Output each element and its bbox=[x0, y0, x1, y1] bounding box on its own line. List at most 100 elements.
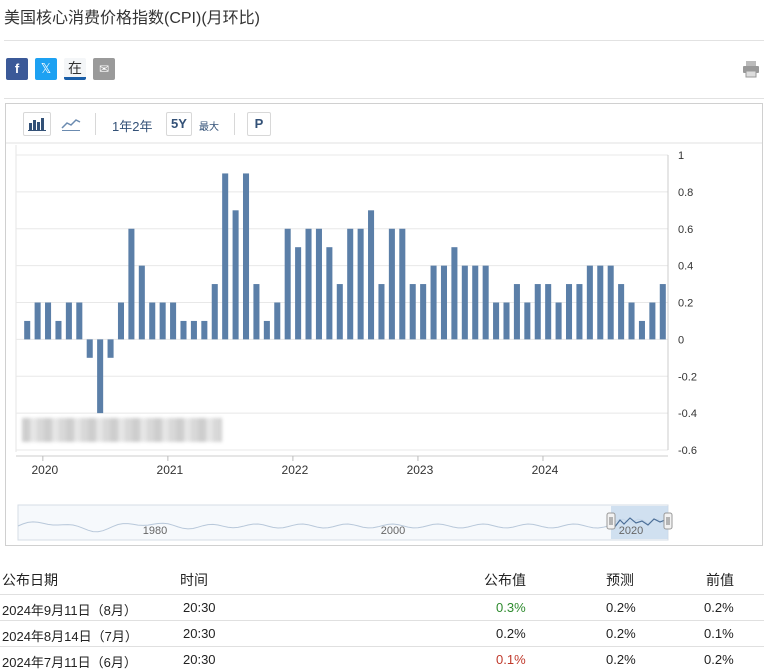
row-time: 20:30 bbox=[183, 652, 216, 667]
navigator-handle bbox=[606, 512, 616, 530]
row-previous: 0.2% bbox=[704, 652, 734, 667]
data-bar bbox=[76, 302, 83, 340]
data-bar bbox=[232, 210, 239, 340]
row-previous: 0.1% bbox=[704, 626, 734, 641]
data-bar bbox=[159, 302, 166, 340]
data-bar bbox=[201, 320, 208, 340]
cpi-bar-chart: 1 0.8 0.6 0.4 0.2 0 -0.2 -0.4 -0.6 2020 2021 2022 20… bbox=[6, 142, 762, 541]
x-tick-label: 2020 bbox=[31, 463, 58, 477]
y-tick-label: 0.6 bbox=[678, 224, 693, 236]
data-bar bbox=[399, 228, 406, 340]
data-bar bbox=[253, 284, 260, 340]
data-bar bbox=[440, 265, 448, 340]
row-time: 20:30 bbox=[183, 600, 216, 615]
data-bar bbox=[607, 265, 614, 340]
data-bar bbox=[482, 265, 489, 340]
data-bar bbox=[315, 228, 322, 340]
data-bar bbox=[107, 339, 114, 358]
table-row[interactable]: 2024年9月11日（8月） 20:30 0.3% 0.2% 0.2% bbox=[0, 594, 764, 620]
table-header-forecast: 预测 bbox=[606, 572, 634, 588]
data-bar bbox=[493, 302, 500, 340]
data-bar bbox=[222, 173, 229, 340]
y-tick-label: 0.8 bbox=[678, 187, 693, 199]
y-tick-label: -0.2 bbox=[678, 371, 697, 383]
table-row[interactable]: 2024年7月11日（6月） 20:30 0.1% 0.2% 0.2% bbox=[0, 646, 764, 672]
data-bar bbox=[336, 284, 343, 340]
data-bar bbox=[138, 265, 145, 340]
data-bar bbox=[503, 302, 510, 340]
data-bar bbox=[576, 284, 583, 340]
row-date: 2024年8月14日（7月） bbox=[2, 629, 138, 644]
data-bar bbox=[295, 247, 302, 340]
table-header-previous: 前值 bbox=[706, 572, 734, 588]
data-bar bbox=[409, 284, 416, 340]
navigator-handle bbox=[663, 512, 673, 530]
data-bar bbox=[597, 265, 604, 340]
data-bar bbox=[461, 265, 468, 340]
row-time: 20:30 bbox=[183, 626, 216, 641]
data-bar bbox=[65, 302, 72, 340]
data-bar bbox=[117, 302, 125, 340]
x-tick-label: 2024 bbox=[532, 463, 559, 477]
row-actual: 0.3% bbox=[496, 600, 526, 615]
data-bar bbox=[170, 302, 177, 340]
row-actual: 0.2% bbox=[496, 626, 526, 641]
navigator-tick-label: 2000 bbox=[381, 525, 405, 537]
data-bar bbox=[149, 302, 156, 340]
row-actual: 0.1% bbox=[496, 652, 526, 667]
table-header-actual: 公布值 bbox=[484, 572, 526, 588]
data-bar bbox=[545, 284, 552, 340]
row-date: 2024年9月11日（8月） bbox=[2, 603, 137, 618]
table-row[interactable]: 2024年8月14日（7月） 20:30 0.2% 0.2% 0.1% bbox=[0, 620, 764, 646]
row-forecast: 0.2% bbox=[606, 626, 636, 641]
data-bar bbox=[420, 284, 427, 340]
data-bar bbox=[638, 320, 645, 340]
y-tick-label: -0.6 bbox=[678, 445, 697, 457]
data-bar bbox=[34, 302, 41, 340]
data-bar bbox=[451, 247, 458, 340]
data-bar bbox=[534, 284, 541, 340]
x-tick-label: 2021 bbox=[157, 463, 184, 477]
row-previous: 0.2% bbox=[704, 600, 734, 615]
data-bar bbox=[305, 228, 312, 340]
data-bar bbox=[388, 228, 395, 340]
table-header-date: 公布日期 bbox=[2, 572, 58, 588]
data-bar bbox=[378, 284, 385, 340]
data-bar bbox=[513, 284, 520, 340]
y-tick-label: 1 bbox=[678, 150, 684, 162]
data-bar bbox=[274, 302, 281, 340]
data-bar bbox=[649, 302, 656, 340]
row-forecast: 0.2% bbox=[606, 652, 636, 667]
data-bar bbox=[284, 228, 291, 340]
y-tick-label: 0.2 bbox=[678, 298, 693, 310]
data-bar bbox=[659, 284, 666, 340]
data-bar bbox=[128, 228, 135, 340]
data-bar bbox=[555, 302, 562, 340]
data-bar bbox=[86, 339, 93, 358]
data-bar bbox=[326, 247, 333, 340]
data-bar bbox=[618, 284, 625, 340]
row-date: 2024年7月11日（6月） bbox=[2, 655, 137, 670]
blurred-watermark bbox=[22, 418, 222, 442]
data-bar bbox=[586, 265, 593, 340]
data-bar bbox=[45, 302, 52, 340]
table-header-time: 时间 bbox=[180, 572, 208, 588]
data-bar bbox=[190, 320, 197, 340]
data-bar bbox=[368, 210, 375, 340]
data-bar bbox=[347, 228, 354, 340]
data-bar bbox=[357, 228, 364, 340]
data-bar bbox=[24, 320, 31, 340]
data-bar bbox=[430, 265, 437, 340]
data-bar bbox=[55, 320, 62, 340]
data-bar bbox=[628, 302, 635, 340]
data-bar bbox=[565, 284, 573, 340]
data-bar bbox=[180, 320, 187, 340]
y-tick-label: 0 bbox=[678, 334, 684, 346]
x-tick-label: 2022 bbox=[282, 463, 309, 477]
data-bar bbox=[524, 302, 531, 340]
row-forecast: 0.2% bbox=[606, 600, 636, 615]
y-tick-label: 0.4 bbox=[678, 261, 693, 273]
data-bar bbox=[242, 173, 250, 340]
y-tick-label: -0.4 bbox=[678, 408, 697, 420]
data-bar bbox=[97, 339, 104, 414]
